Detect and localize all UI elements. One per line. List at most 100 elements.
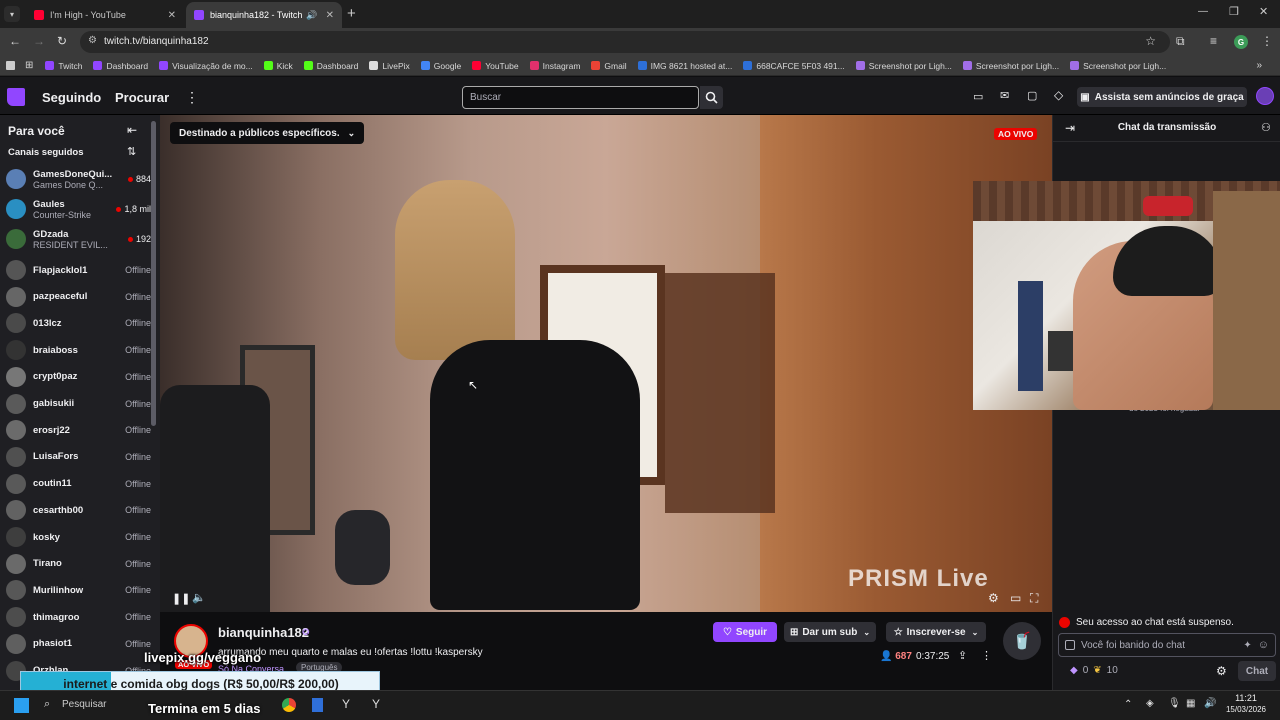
network-icon[interactable]: ▦ [1186, 698, 1195, 709]
sidebar-channel[interactable]: Tirano Offline [6, 552, 151, 576]
chat-badge-icon[interactable] [1065, 640, 1075, 650]
sidebar-channel[interactable]: coutin11 Offline [6, 472, 151, 496]
windows-start-icon[interactable] [14, 698, 29, 713]
sidebar-channel[interactable]: kosky Offline [6, 525, 151, 549]
address-bar[interactable]: ⚙ twitch.tv/bianquinha182 ☆ [80, 31, 1170, 53]
bookmark-item[interactable]: Visualização de mo... [159, 61, 253, 71]
theatre-mode-icon[interactable]: ▭ [1010, 591, 1021, 605]
video-player[interactable]: Destinado a públicos específicos. ⌄ AO V… [160, 115, 1052, 612]
sidebar-channel[interactable]: Gaules Counter-Strike 1,8 mil [6, 197, 151, 221]
twitch-logo-icon[interactable] [7, 88, 25, 106]
grid-icon[interactable]: ⊞ [25, 60, 33, 71]
clock-time[interactable]: 11:21 [1228, 693, 1264, 703]
community-icon[interactable]: ⚇ [1261, 121, 1271, 134]
app-taskbar-icon[interactable] [312, 698, 323, 712]
streamer-name[interactable]: bianquinha182 [218, 625, 309, 640]
sidebar-channel[interactable]: braiaboss Offline [6, 338, 151, 362]
bookmark-item[interactable]: Screenshot por Ligh... [1070, 61, 1166, 71]
browser-tab-youtube[interactable]: I'm High - YouTube ✕ [26, 2, 184, 28]
bookmark-item[interactable]: IMG 8621 hosted at... [637, 61, 732, 71]
sidebar-channel[interactable]: phasiot1 Offline [6, 632, 151, 656]
speaker-icon[interactable]: 🔊 [306, 10, 317, 21]
bits-icon[interactable]: ◇ [1054, 88, 1063, 102]
bookmark-item[interactable]: 668CAFCE 5F03 491... [743, 61, 845, 71]
bookmark-item[interactable]: Dashboard [303, 61, 358, 71]
minimize-icon[interactable]: — [1198, 6, 1208, 17]
profile-avatar[interactable]: G [1234, 35, 1248, 49]
prime-loot-icon[interactable]: ▭ [973, 90, 983, 103]
sidebar-channel[interactable]: LuisaFors Offline [6, 445, 151, 469]
inbox-icon[interactable]: ✉ [1000, 89, 1009, 102]
search-button[interactable] [700, 86, 723, 109]
sidebar-channel[interactable]: 013lcz Offline [6, 311, 151, 335]
user-avatar[interactable] [1256, 87, 1274, 105]
close-window-icon[interactable]: ✕ [1259, 5, 1268, 18]
sidebar-channel[interactable]: Murilinhow Offline [6, 578, 151, 602]
new-tab-button[interactable]: + [347, 5, 356, 22]
chat-settings-icon[interactable]: ⚙ [1216, 664, 1227, 678]
maximize-icon[interactable]: ❐ [1229, 5, 1239, 18]
sidebar-channel[interactable]: pazpeaceful Offline [6, 285, 151, 309]
volume-tray-icon[interactable]: 🔊 [1204, 698, 1216, 709]
tray-chevron-icon[interactable]: ⌃ [1124, 699, 1132, 710]
app-taskbar-icon-2[interactable]: Y [342, 697, 350, 711]
bookmark-item[interactable]: Kick [263, 61, 293, 71]
ad-free-button[interactable]: ▣ Assista sem anúncios de graça [1077, 87, 1247, 107]
tab-search-button[interactable]: ▾ [4, 6, 20, 22]
bookmark-item[interactable]: Twitch [45, 61, 82, 71]
bookmark-item[interactable]: Screenshot por Ligh... [855, 61, 952, 71]
app-taskbar-icon-3[interactable]: Y [372, 697, 380, 711]
gift-sub-button[interactable]: ⊞ Dar um sub ⌄ [784, 622, 876, 642]
forward-icon[interactable]: → [33, 34, 45, 48]
bookmark-item[interactable]: YouTube [472, 61, 519, 71]
reload-icon[interactable]: ↻ [57, 34, 67, 48]
sidebar-channel[interactable]: GDzada RESIDENT EVIL... 192 [6, 227, 151, 251]
bookmark-item[interactable]: Instagram [529, 61, 580, 71]
extensions-icon[interactable]: ⧉ [1176, 34, 1185, 49]
sort-icon[interactable]: ⇅ [127, 145, 136, 158]
bookmark-item[interactable]: LivePix [369, 61, 410, 71]
back-icon[interactable]: ← [9, 34, 21, 48]
content-classification-button[interactable]: Destinado a públicos específicos. ⌄ [170, 122, 365, 144]
sidebar-channel[interactable]: thimagroo Offline [6, 605, 151, 629]
taskbar-search[interactable]: Pesquisar [62, 699, 106, 710]
pause-icon[interactable]: ❚❚ [172, 592, 190, 605]
bookmark-item[interactable]: Gmail [591, 61, 627, 71]
sidebar-channel[interactable]: Flapjacklol1 Offline [6, 258, 151, 282]
sidebar-channel[interactable]: GamesDoneQui... Games Done Q... 884 [6, 167, 151, 191]
close-tab-icon[interactable]: ✕ [168, 10, 176, 21]
share-icon[interactable]: ⇪ [958, 649, 967, 662]
apps-icon[interactable] [6, 61, 15, 70]
microphone-icon[interactable]: 🎙 [1168, 698, 1181, 709]
bookmark-star-icon[interactable]: ☆ [1145, 34, 1156, 48]
close-tab-icon[interactable]: ✕ [326, 10, 334, 21]
search-input[interactable]: Buscar [462, 86, 699, 109]
follow-button[interactable]: ♡ Seguir [713, 622, 777, 642]
browser-tab-twitch[interactable]: bianquinha182 - Twitch 🔊 ✕ [186, 2, 342, 28]
bits-cheer-icon[interactable]: ✦ [1243, 640, 1251, 651]
media-control-icon[interactable]: ≡ [1210, 34, 1217, 48]
subscribe-button[interactable]: ☆ Inscrever-se ⌄ [886, 622, 986, 642]
bookmark-item[interactable]: Dashboard [93, 61, 148, 71]
gift-item-button[interactable]: 🥤 [1003, 622, 1041, 660]
sidebar-channel[interactable]: crypt0paz Offline [6, 365, 151, 389]
sidebar-channel[interactable]: cesarthb00 Offline [6, 498, 151, 522]
clock-date[interactable]: 15/03/2026 [1224, 705, 1268, 714]
chat-input[interactable]: Você foi banido do chat ✦ ☺ [1058, 633, 1276, 657]
bookmark-item[interactable]: Google [420, 61, 461, 71]
sidebar-channel[interactable]: gabisukii Offline [6, 392, 151, 416]
volume-icon[interactable]: 🔈 [192, 591, 206, 604]
channel-points[interactable]: ◆ 0 ❦ 10 [1070, 665, 1118, 676]
chat-send-button[interactable]: Chat [1238, 661, 1276, 681]
sidebar-scrollbar[interactable] [151, 121, 156, 426]
whispers-icon[interactable]: ▢ [1027, 89, 1037, 102]
nav-following[interactable]: Seguindo [42, 90, 101, 105]
sidebar-channel[interactable]: erosrj22 Offline [6, 418, 151, 442]
site-info-icon[interactable]: ⚙ [88, 35, 97, 46]
search-icon[interactable]: ⌕ [44, 698, 50, 711]
collapse-sidebar-icon[interactable]: ⇤ [127, 123, 137, 137]
nav-browse[interactable]: Procurar [115, 90, 169, 105]
settings-gear-icon[interactable]: ⚙ [988, 591, 999, 605]
chrome-taskbar-icon[interactable] [282, 698, 296, 712]
browser-menu-icon[interactable]: ⋮ [1261, 34, 1273, 48]
